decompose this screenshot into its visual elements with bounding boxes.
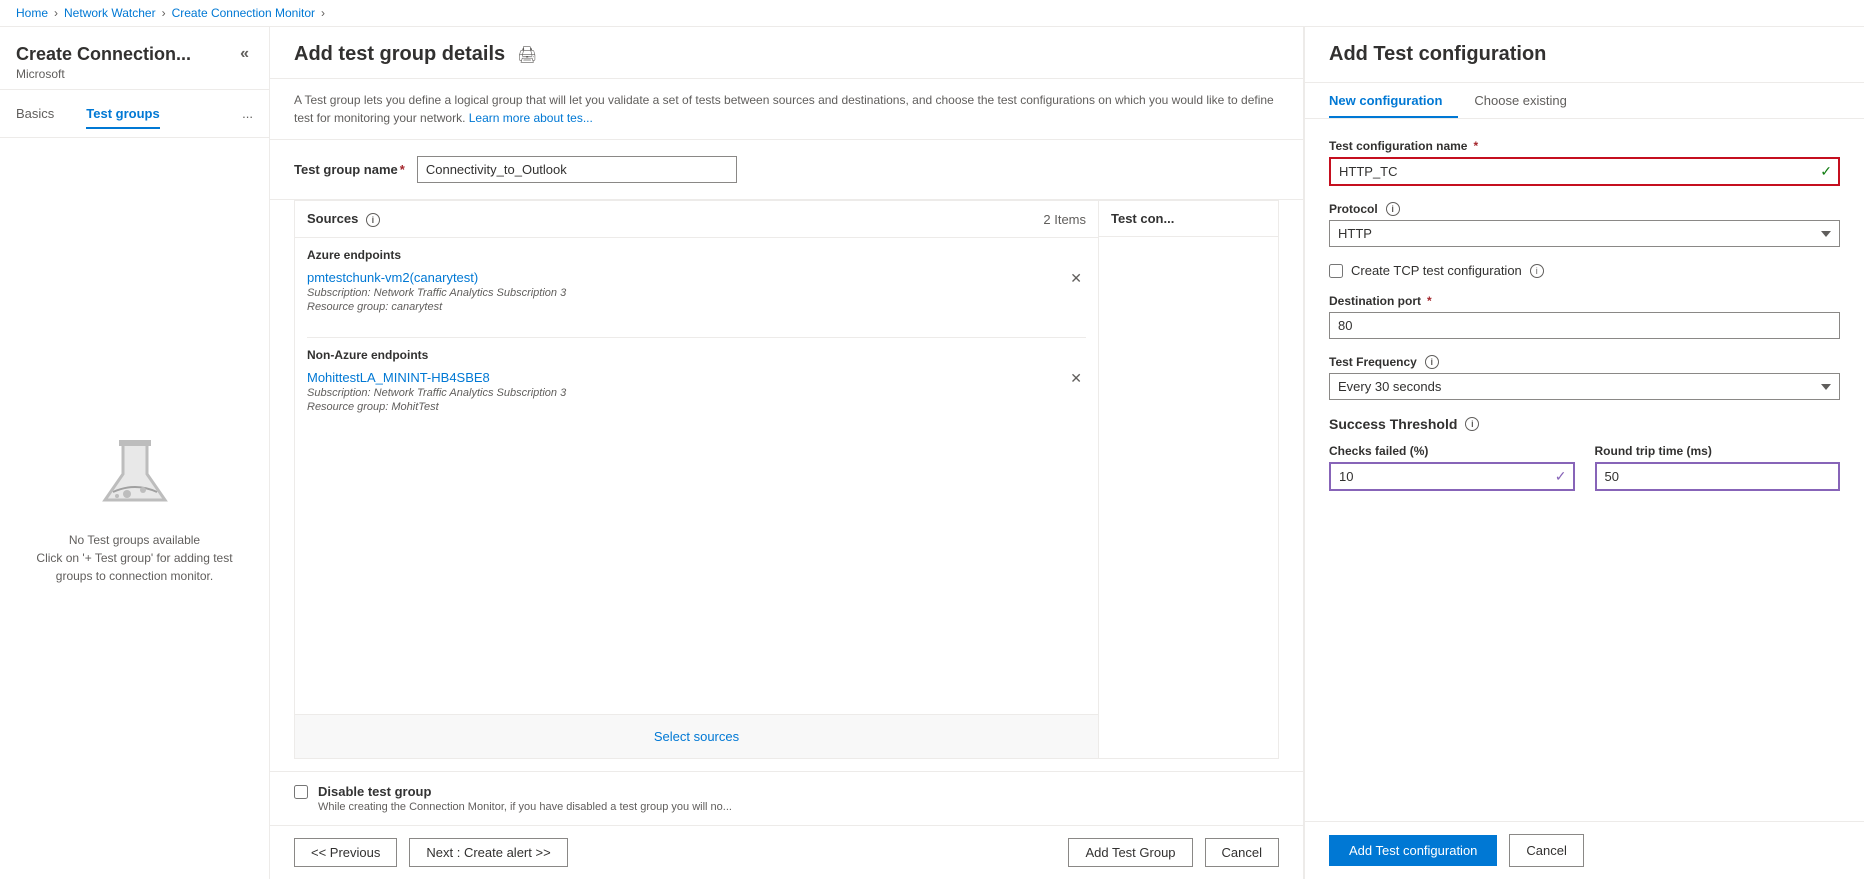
disable-test-group-label: Disable test group bbox=[318, 784, 732, 799]
endpoint-name-non-azure[interactable]: MohittestLA_MININT-HB4SBE8 bbox=[307, 370, 490, 385]
endpoint-sub-non-azure: Subscription: Network Traffic Analytics … bbox=[307, 387, 566, 399]
sources-panel: Sources i 2 Items Azure endpoints pmtest… bbox=[294, 200, 1099, 759]
sidebar-subtitle: Microsoft bbox=[16, 67, 253, 81]
sidebar-nav: Basics Test groups ... bbox=[0, 90, 269, 138]
breadcrumb: Home › Network Watcher › Create Connecti… bbox=[0, 0, 1864, 27]
cancel-right-button[interactable]: Cancel bbox=[1509, 834, 1583, 867]
test-group-name-input[interactable] bbox=[417, 156, 737, 183]
sources-info-icon[interactable]: i bbox=[366, 213, 380, 227]
next-button[interactable]: Next : Create alert >> bbox=[409, 838, 567, 867]
round-trip-group: Round trip time (ms) bbox=[1595, 444, 1841, 491]
test-config-name-group: Test configuration name * ✓ bbox=[1329, 139, 1840, 186]
add-test-group-button[interactable]: Add Test Group bbox=[1068, 838, 1192, 867]
create-tcp-info-icon[interactable]: i bbox=[1530, 264, 1544, 278]
test-frequency-select[interactable]: Every 30 seconds Every 1 minute Every 5 … bbox=[1329, 373, 1840, 400]
sources-footer: Select sources bbox=[295, 714, 1098, 758]
sources-header: Sources i 2 Items bbox=[295, 201, 1098, 238]
center-description: A Test group lets you define a logical g… bbox=[270, 79, 1303, 140]
azure-endpoints-title: Azure endpoints bbox=[307, 248, 1086, 262]
sidebar-item-basics[interactable]: Basics bbox=[0, 98, 70, 129]
test-frequency-group: Test Frequency i Every 30 seconds Every … bbox=[1329, 355, 1840, 400]
create-tcp-checkbox-row: Create TCP test configuration i bbox=[1329, 263, 1840, 278]
protocol-group: Protocol i HTTP TCP ICMP bbox=[1329, 202, 1840, 247]
endpoint-item-non-azure: MohittestLA_MININT-HB4SBE8 Subscription:… bbox=[307, 370, 1086, 425]
test-frequency-info-icon[interactable]: i bbox=[1425, 355, 1439, 369]
protocol-label: Protocol i bbox=[1329, 202, 1840, 216]
test-group-name-row: Test group name* bbox=[270, 140, 1303, 200]
right-panel-content: Test configuration name * ✓ Protocol i H… bbox=[1305, 119, 1864, 821]
center-title: Add test group details bbox=[294, 43, 505, 66]
destination-port-input[interactable] bbox=[1329, 312, 1840, 339]
endpoint-rg-azure: Resource group: canarytest bbox=[307, 301, 566, 313]
center-panel: Add test group details 🖨 A Test group le… bbox=[270, 27, 1304, 879]
destination-port-group: Destination port * bbox=[1329, 294, 1840, 339]
sidebar-nav-dots[interactable]: ... bbox=[226, 98, 269, 129]
learn-more-link[interactable]: Learn more about tes... bbox=[469, 111, 593, 125]
checks-failed-label: Checks failed (%) bbox=[1329, 444, 1575, 458]
flask-icon bbox=[95, 432, 175, 515]
test-config-column-header: Test con... bbox=[1099, 201, 1278, 237]
select-sources-button[interactable]: Select sources bbox=[307, 723, 1086, 750]
round-trip-label: Round trip time (ms) bbox=[1595, 444, 1841, 458]
previous-button[interactable]: << Previous bbox=[294, 838, 397, 867]
sources-label: Sources bbox=[307, 211, 358, 226]
endpoint-divider bbox=[307, 337, 1086, 338]
test-group-name-label: Test group name* bbox=[294, 162, 405, 177]
create-tcp-checkbox[interactable] bbox=[1329, 264, 1343, 278]
sources-destinations-row: Sources i 2 Items Azure endpoints pmtest… bbox=[270, 200, 1303, 771]
test-config-name-label: Test configuration name * bbox=[1329, 139, 1840, 153]
non-azure-endpoints-title: Non-Azure endpoints bbox=[307, 348, 1086, 362]
disable-test-group-description: While creating the Connection Monitor, i… bbox=[318, 801, 732, 813]
breadcrumb-home[interactable]: Home bbox=[16, 6, 48, 20]
endpoint-remove-azure[interactable]: ✕ bbox=[1066, 270, 1086, 287]
protocol-info-icon[interactable]: i bbox=[1386, 202, 1400, 216]
test-frequency-label: Test Frequency i bbox=[1329, 355, 1840, 369]
right-panel-footer: Add Test configuration Cancel bbox=[1305, 821, 1864, 879]
right-panel-header: Add Test configuration bbox=[1305, 27, 1864, 83]
disable-test-group-checkbox[interactable] bbox=[294, 785, 308, 799]
protocol-select[interactable]: HTTP TCP ICMP bbox=[1329, 220, 1840, 247]
breadcrumb-network-watcher[interactable]: Network Watcher bbox=[64, 6, 156, 20]
sidebar-header: Create Connection... « Microsoft bbox=[0, 27, 269, 90]
endpoint-item-azure: pmtestchunk-vm2(canarytest) Subscription… bbox=[307, 270, 1086, 325]
cancel-main-button[interactable]: Cancel bbox=[1205, 838, 1279, 867]
endpoint-remove-non-azure[interactable]: ✕ bbox=[1066, 370, 1086, 387]
disable-test-group-row: Disable test group While creating the Co… bbox=[270, 771, 1303, 825]
endpoint-sub-azure: Subscription: Network Traffic Analytics … bbox=[307, 287, 566, 299]
checks-failed-checkmark: ✓ bbox=[1555, 468, 1567, 485]
create-tcp-label: Create TCP test configuration i bbox=[1351, 263, 1544, 278]
sidebar-title-text: Create Connection... bbox=[16, 44, 191, 65]
sources-count: 2 Items bbox=[1043, 212, 1086, 227]
right-panel-tabs: New configuration Choose existing bbox=[1305, 83, 1864, 119]
center-header: Add test group details 🖨 bbox=[270, 27, 1303, 79]
sources-content: Azure endpoints pmtestchunk-vm2(canaryte… bbox=[295, 238, 1098, 714]
tab-choose-existing[interactable]: Choose existing bbox=[1474, 83, 1583, 118]
endpoint-rg-non-azure: Resource group: MohitTest bbox=[307, 401, 566, 413]
sidebar-collapse-button[interactable]: « bbox=[236, 43, 253, 65]
test-config-name-checkmark: ✓ bbox=[1820, 163, 1832, 180]
sidebar-empty-state: No Test groups availableClick on '+ Test… bbox=[0, 138, 269, 879]
success-threshold-info-icon[interactable]: i bbox=[1465, 417, 1479, 431]
sidebar: Create Connection... « Microsoft Basics … bbox=[0, 27, 270, 879]
success-threshold-title: Success Threshold i bbox=[1329, 416, 1840, 432]
round-trip-input[interactable] bbox=[1595, 462, 1841, 491]
add-test-configuration-button[interactable]: Add Test configuration bbox=[1329, 835, 1497, 866]
success-threshold-fields: Checks failed (%) ✓ Round trip time (ms) bbox=[1329, 444, 1840, 507]
tab-new-configuration[interactable]: New configuration bbox=[1329, 83, 1458, 118]
endpoint-name-azure[interactable]: pmtestchunk-vm2(canarytest) bbox=[307, 270, 478, 285]
right-panel-title: Add Test configuration bbox=[1329, 43, 1840, 66]
sidebar-item-test-groups[interactable]: Test groups bbox=[70, 98, 175, 129]
sidebar-empty-text: No Test groups availableClick on '+ Test… bbox=[24, 531, 245, 585]
test-config-column: Test con... bbox=[1099, 200, 1279, 759]
print-icon[interactable]: 🖨 bbox=[517, 45, 537, 65]
checks-failed-input[interactable] bbox=[1329, 462, 1575, 491]
test-config-column-content bbox=[1099, 237, 1278, 758]
checks-failed-group: Checks failed (%) ✓ bbox=[1329, 444, 1575, 491]
test-config-name-input[interactable] bbox=[1329, 157, 1840, 186]
right-panel: Add Test configuration New configuration… bbox=[1304, 27, 1864, 879]
breadcrumb-create-connection-monitor[interactable]: Create Connection Monitor bbox=[172, 6, 315, 20]
destination-port-label: Destination port * bbox=[1329, 294, 1840, 308]
bottom-action-bar: << Previous Next : Create alert >> Add T… bbox=[270, 825, 1303, 879]
